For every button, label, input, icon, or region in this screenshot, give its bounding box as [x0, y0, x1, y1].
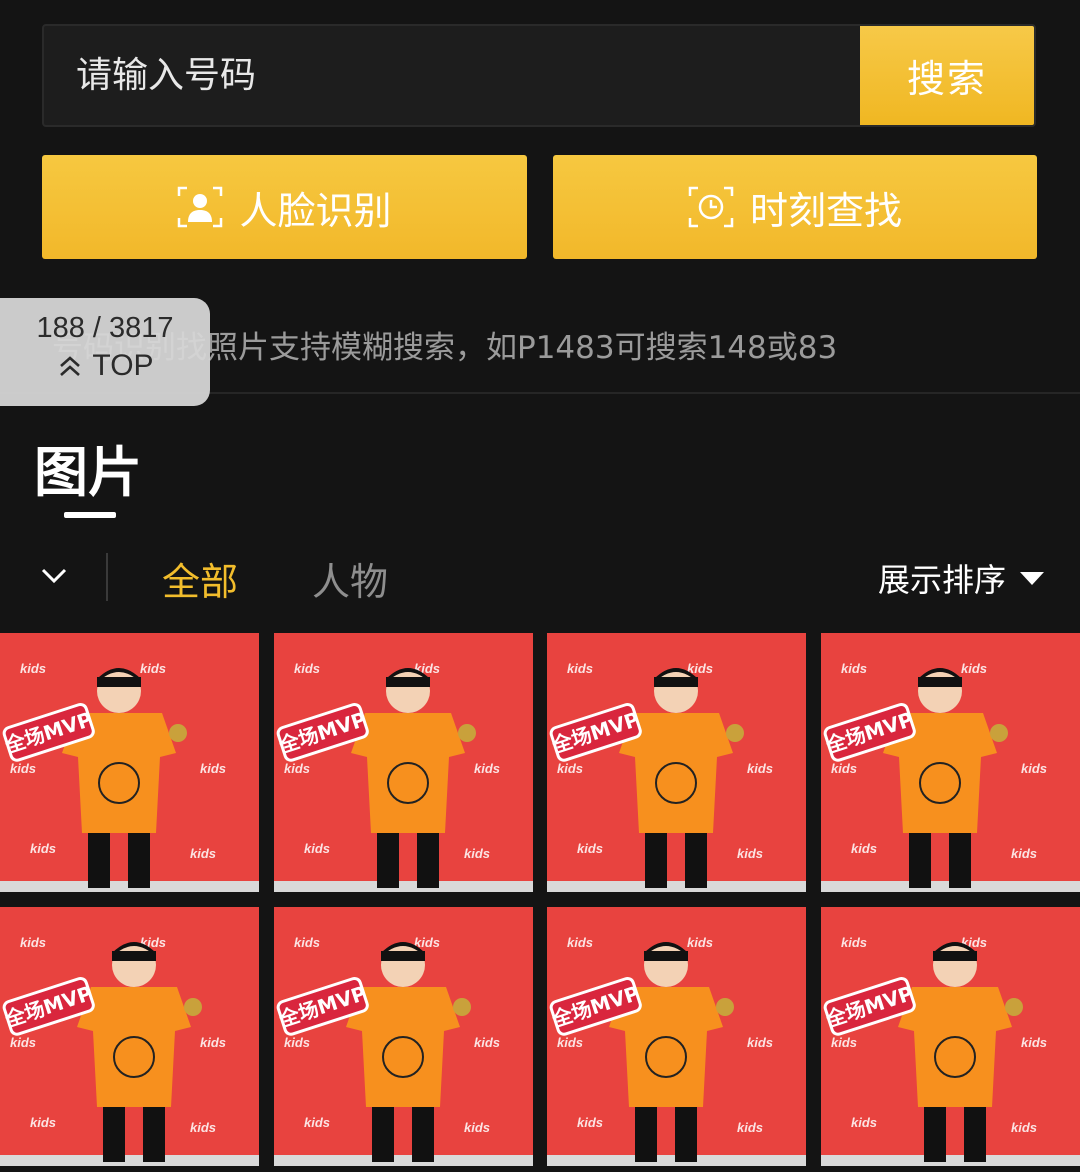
- double-chevron-up-icon: [60, 356, 81, 376]
- svg-text:kids: kids: [30, 841, 56, 856]
- filter-separator: [106, 553, 108, 601]
- tab-all[interactable]: 全部: [162, 551, 238, 606]
- search-bar: 搜索: [42, 24, 1036, 127]
- photo-search-page: 搜索 人脸识别 时刻: [0, 0, 1080, 1172]
- caret-down-icon: [1020, 571, 1044, 585]
- svg-text:kids: kids: [304, 1115, 330, 1130]
- svg-text:kids: kids: [831, 1035, 857, 1050]
- back-to-top-label: TOP: [92, 349, 154, 382]
- photo-thumbnail[interactable]: kids kids kids kids kids kids 全场MVP: [547, 907, 806, 1166]
- photo-thumbnail[interactable]: kids kids kids kids kids kids 全场MVP: [820, 907, 1080, 1166]
- svg-text:kids: kids: [567, 661, 593, 676]
- photo-thumbnail[interactable]: kids kids kids kids kids kids 全场MVP: [547, 633, 806, 892]
- svg-text:kids: kids: [567, 935, 593, 950]
- svg-text:kids: kids: [190, 846, 216, 861]
- svg-text:kids: kids: [747, 761, 773, 776]
- svg-text:kids: kids: [961, 661, 987, 676]
- svg-text:kids: kids: [851, 841, 877, 856]
- svg-text:kids: kids: [10, 761, 36, 776]
- svg-text:kids: kids: [294, 661, 320, 676]
- sort-label: 展示排序: [877, 561, 1006, 599]
- face-scan-icon: [177, 184, 223, 230]
- svg-text:kids: kids: [831, 761, 857, 776]
- bib-number-input[interactable]: [44, 26, 860, 125]
- svg-text:kids: kids: [200, 761, 226, 776]
- svg-text:kids: kids: [284, 761, 310, 776]
- svg-text:kids: kids: [30, 1115, 56, 1130]
- scroll-position-badge[interactable]: 188 / 3817 TOP: [0, 298, 210, 406]
- svg-text:kids: kids: [294, 935, 320, 950]
- svg-text:kids: kids: [577, 841, 603, 856]
- photo-thumbnail[interactable]: kids kids kids kids kids kids 全场MVP: [0, 907, 259, 1166]
- photo-thumbnail[interactable]: kids kids kids kids kids kids 全场MVP: [273, 633, 533, 892]
- tab-people[interactable]: 人物: [312, 551, 388, 606]
- moment-search-button[interactable]: 时刻查找: [553, 155, 1037, 259]
- svg-text:kids: kids: [190, 1120, 216, 1135]
- svg-text:kids: kids: [474, 1035, 500, 1050]
- photo-thumbnail[interactable]: kids kids kids kids kids kids 全场MVP: [820, 633, 1080, 892]
- svg-text:kids: kids: [577, 1115, 603, 1130]
- svg-text:kids: kids: [304, 841, 330, 856]
- svg-text:kids: kids: [1011, 846, 1037, 861]
- svg-text:kids: kids: [464, 846, 490, 861]
- svg-text:kids: kids: [1011, 1120, 1037, 1135]
- svg-text:kids: kids: [557, 761, 583, 776]
- sort-dropdown[interactable]: 展示排序: [878, 555, 1044, 601]
- clock-scan-icon: [688, 184, 734, 230]
- svg-text:kids: kids: [737, 846, 763, 861]
- svg-text:kids: kids: [841, 935, 867, 950]
- svg-text:kids: kids: [200, 1035, 226, 1050]
- section-title: 图片: [34, 441, 142, 504]
- svg-text:kids: kids: [10, 1035, 36, 1050]
- svg-text:kids: kids: [20, 935, 46, 950]
- chevron-down-icon[interactable]: [38, 559, 70, 591]
- photo-thumbnail[interactable]: kids kids kids kids kids kids 全场MVP: [273, 907, 533, 1166]
- svg-text:kids: kids: [841, 661, 867, 676]
- svg-text:kids: kids: [20, 661, 46, 676]
- moment-search-label: 时刻查找: [749, 188, 902, 233]
- svg-text:kids: kids: [474, 761, 500, 776]
- face-recognition-label: 人脸识别: [239, 188, 392, 233]
- svg-text:kids: kids: [737, 1120, 763, 1135]
- svg-text:kids: kids: [557, 1035, 583, 1050]
- svg-text:kids: kids: [687, 935, 713, 950]
- photo-thumbnail[interactable]: kids kids kids kids kids kids 全场MVP: [0, 633, 259, 892]
- svg-text:kids: kids: [284, 1035, 310, 1050]
- photo-position-count: 188 / 3817: [36, 312, 174, 344]
- svg-text:kids: kids: [464, 1120, 490, 1135]
- svg-text:kids: kids: [851, 1115, 877, 1130]
- section-title-underline: [64, 512, 116, 518]
- face-recognition-button[interactable]: 人脸识别: [42, 155, 527, 259]
- svg-text:kids: kids: [747, 1035, 773, 1050]
- filter-bar: 全部 人物 展示排序: [0, 545, 1080, 607]
- svg-text:kids: kids: [1021, 1035, 1047, 1050]
- back-to-top-button[interactable]: TOP: [0, 349, 210, 383]
- svg-text:kids: kids: [140, 661, 166, 676]
- search-button[interactable]: 搜索: [860, 26, 1034, 125]
- svg-text:kids: kids: [1021, 761, 1047, 776]
